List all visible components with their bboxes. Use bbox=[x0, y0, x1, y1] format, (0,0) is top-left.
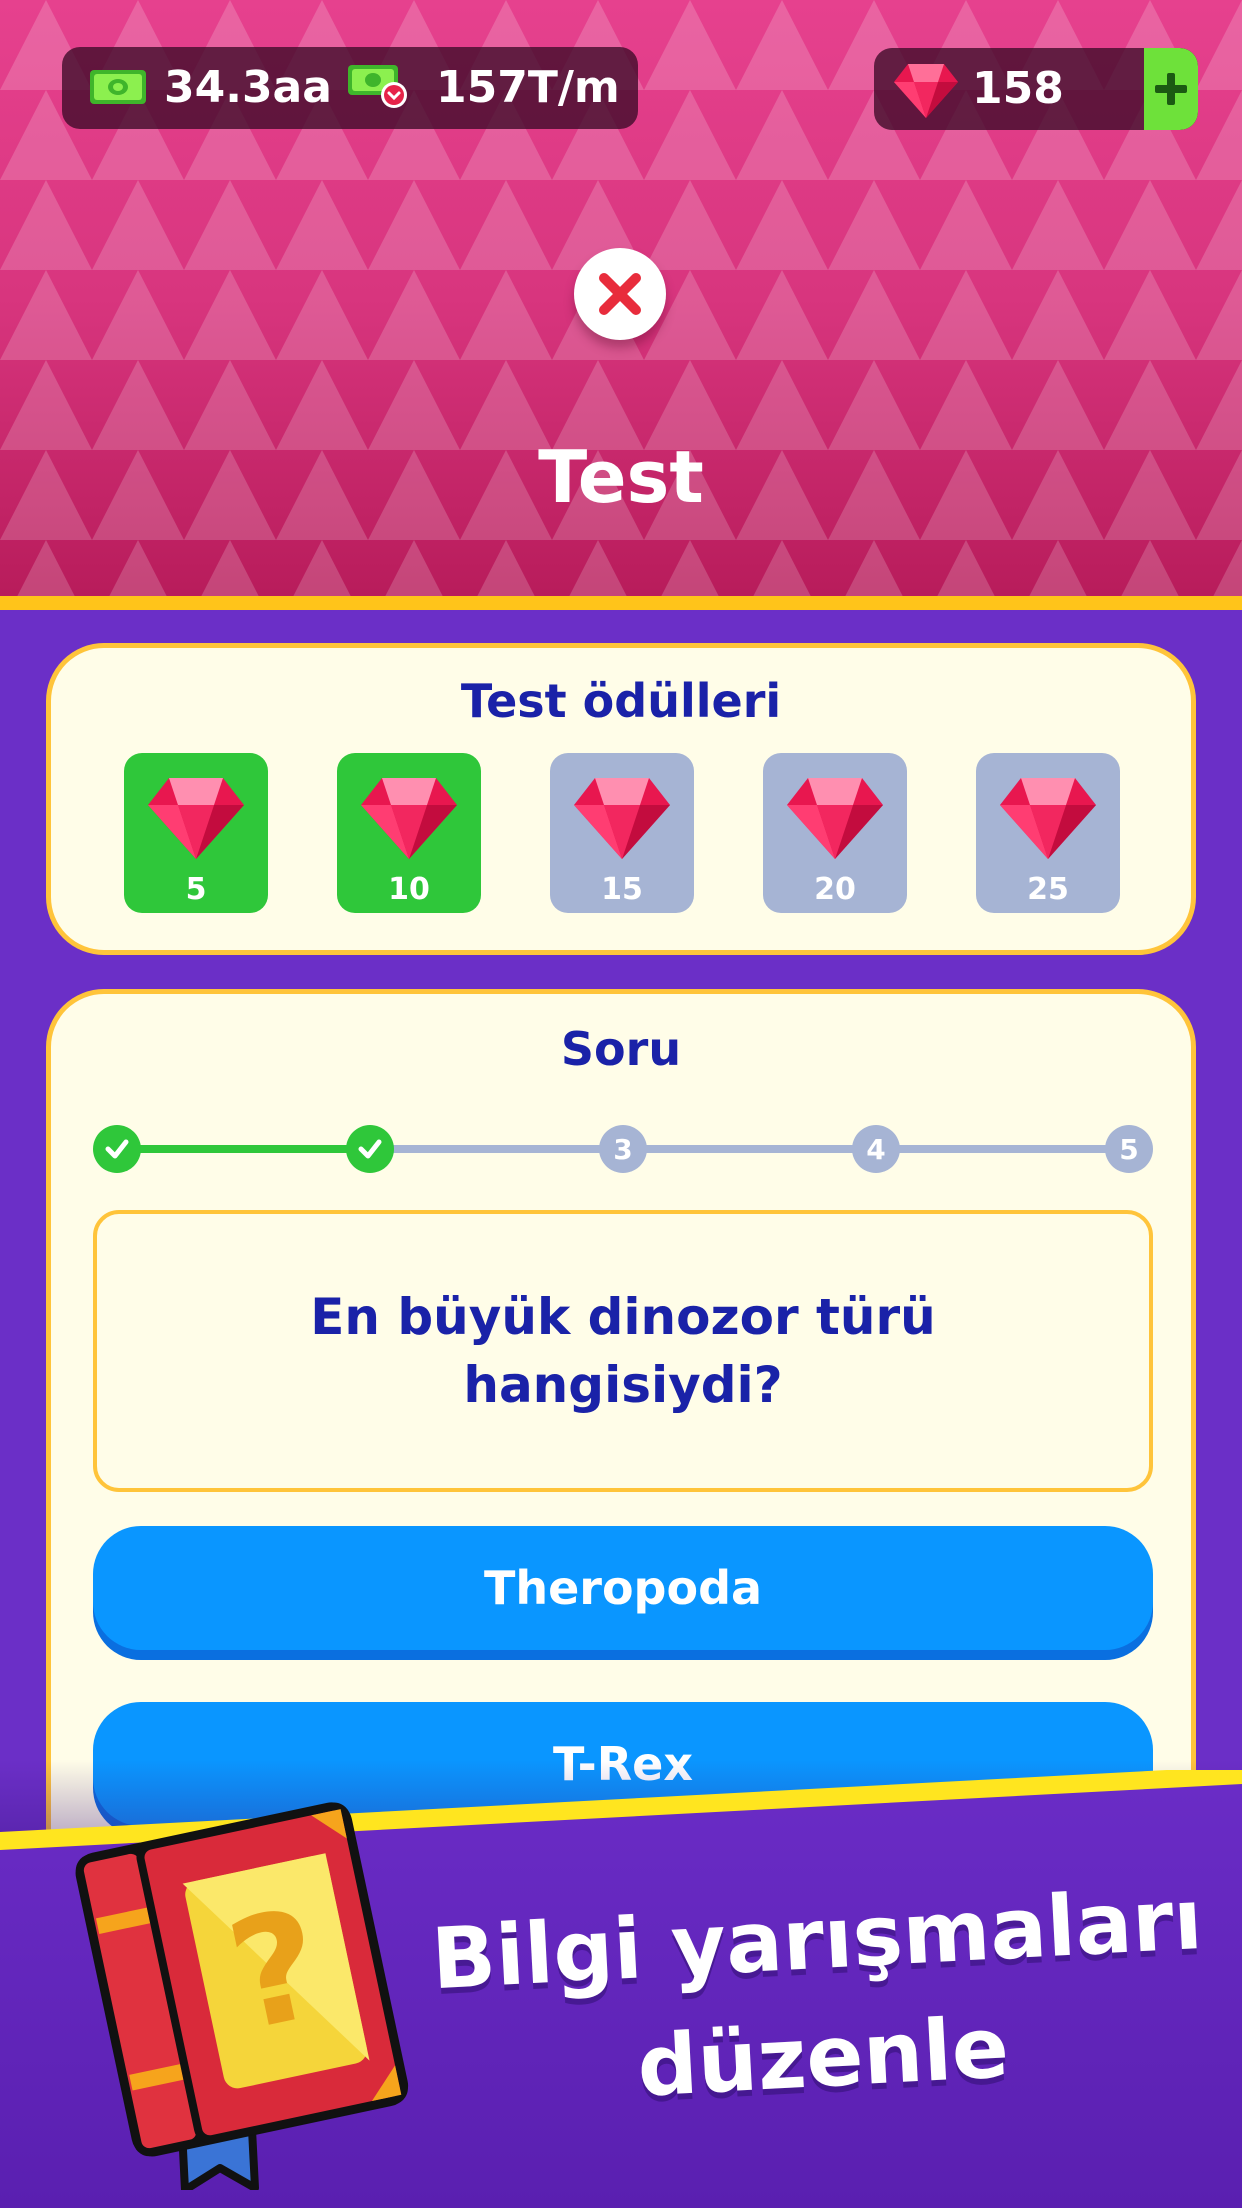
answer-button[interactable]: Theropoda bbox=[93, 1526, 1153, 1650]
reward-value: 25 bbox=[1027, 872, 1069, 907]
gem-icon bbox=[787, 778, 883, 859]
income-rate: 157T/m bbox=[436, 62, 620, 113]
cash-amount: 34.3aa bbox=[164, 62, 332, 113]
reward-tile: 25 bbox=[976, 753, 1120, 913]
reward-tile: 5 bbox=[124, 753, 268, 913]
gem-icon bbox=[361, 778, 457, 859]
rewards-card: Test ödülleri 5 10 15 20 25 bbox=[46, 643, 1196, 955]
plus-icon bbox=[1155, 73, 1187, 105]
rewards-title: Test ödülleri bbox=[460, 674, 782, 728]
check-icon bbox=[358, 1139, 382, 1159]
reward-tile: 10 bbox=[337, 753, 481, 913]
page-title: Test bbox=[538, 435, 704, 519]
close-button[interactable] bbox=[574, 248, 666, 340]
gem-count: 158 bbox=[972, 63, 1064, 114]
question-text: En büyük dinozor türü hangisiydi? bbox=[310, 1288, 936, 1414]
close-icon bbox=[599, 273, 641, 315]
gem-balance-pill: 158 bbox=[874, 48, 1198, 130]
progress-step-done bbox=[93, 1125, 141, 1173]
progress-step-done bbox=[346, 1125, 394, 1173]
reward-value: 10 bbox=[388, 872, 430, 907]
reward-value: 15 bbox=[601, 872, 643, 907]
progress-step: 5 bbox=[1105, 1125, 1153, 1173]
add-gems-button[interactable] bbox=[1144, 48, 1198, 130]
reward-tile: 20 bbox=[763, 753, 907, 913]
gem-icon bbox=[1000, 778, 1096, 859]
banner-title: Bilgi yarışmaları düzenle bbox=[424, 1860, 1215, 2136]
gem-icon bbox=[894, 64, 958, 118]
reward-value: 5 bbox=[185, 872, 207, 907]
cash-icon bbox=[90, 70, 146, 104]
quiz-book-icon: ? bbox=[75, 1802, 409, 2190]
question-card-title: Soru bbox=[560, 1022, 682, 1076]
progress-step: 4 bbox=[852, 1125, 900, 1173]
income-rate-icon bbox=[348, 65, 407, 108]
progress-step: 3 bbox=[599, 1125, 647, 1173]
progress-line-complete bbox=[117, 1145, 369, 1153]
header: 34.3aa 157T/m 158 Test bbox=[0, 0, 1242, 596]
header-divider bbox=[0, 596, 1242, 610]
gem-icon bbox=[574, 778, 670, 859]
currency-pill: 34.3aa 157T/m bbox=[62, 47, 638, 129]
check-icon bbox=[105, 1139, 129, 1159]
gem-icon bbox=[148, 778, 244, 859]
reward-tile: 15 bbox=[550, 753, 694, 913]
reward-value: 20 bbox=[814, 872, 856, 907]
progress-line-remaining bbox=[369, 1145, 1129, 1153]
question-box: En büyük dinozor türü hangisiydi? bbox=[93, 1210, 1153, 1492]
